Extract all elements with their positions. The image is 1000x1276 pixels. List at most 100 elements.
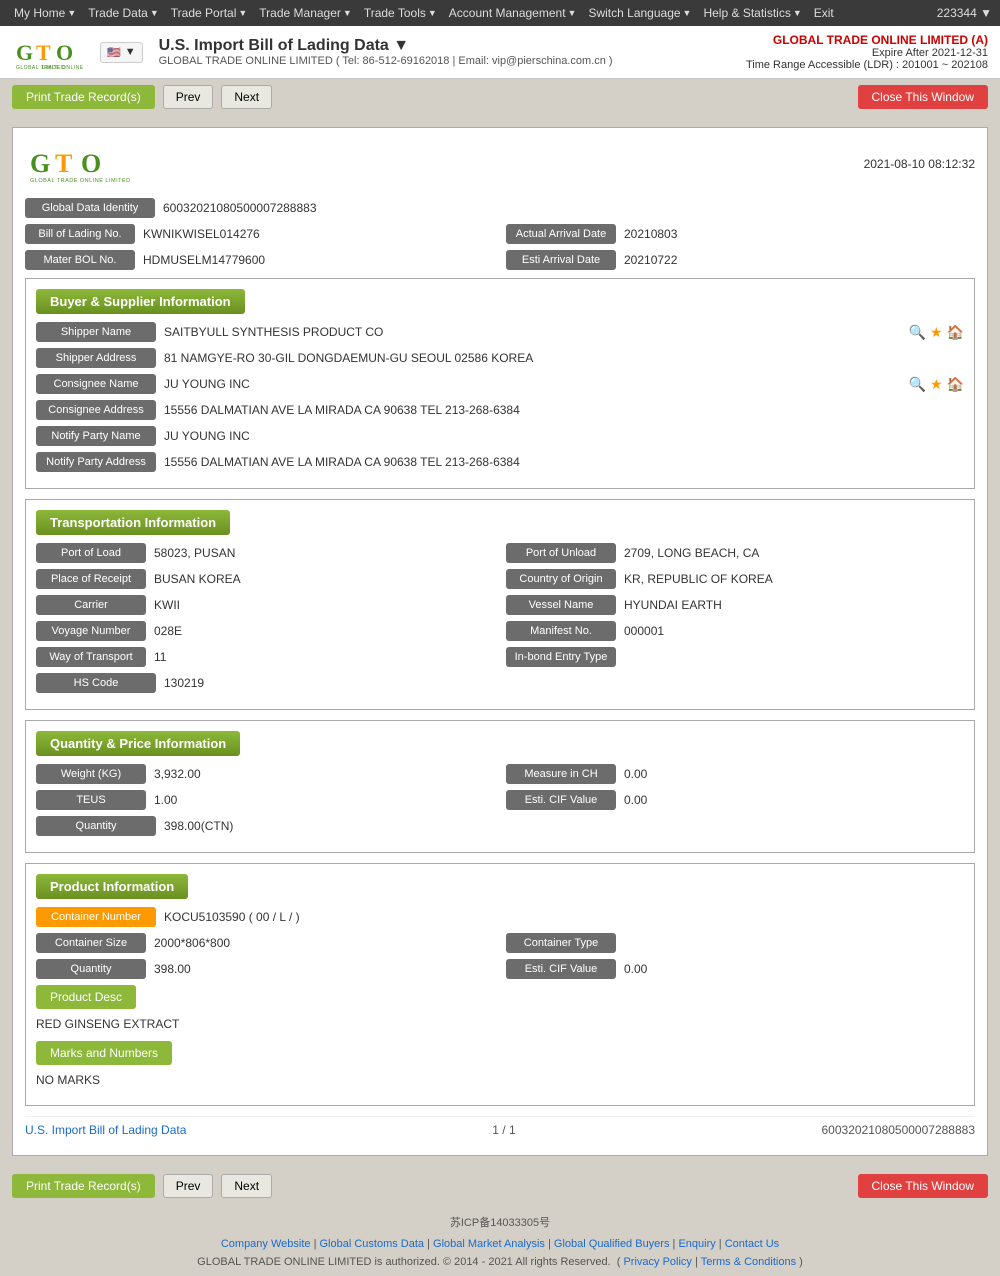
flag-button[interactable]: 🇺🇸 ▼ (100, 42, 143, 63)
port-unload-label: Port of Unload (506, 543, 616, 563)
esti-arrival-col: Esti Arrival Date 20210722 (506, 250, 975, 270)
shipper-star-icon[interactable]: ★ (930, 324, 943, 341)
prod-cif-col: Esti. CIF Value 0.00 (506, 959, 964, 979)
footer-global-market-analysis[interactable]: Global Market Analysis (433, 1238, 545, 1250)
close-button-top[interactable]: Close This Window (858, 85, 988, 109)
footer-company-website[interactable]: Company Website (221, 1238, 311, 1250)
marks-numbers-button[interactable]: Marks and Numbers (36, 1041, 172, 1065)
consignee-name-value: JU YOUNG INC (164, 377, 909, 391)
port-load-value: 58023, PUSAN (154, 546, 494, 560)
nav-trade-manager[interactable]: Trade Manager ▼ (253, 6, 358, 20)
transportation-title: Transportation Information (36, 510, 230, 535)
prev-button-bottom[interactable]: Prev (163, 1174, 214, 1198)
master-bol-label: Mater BOL No. (25, 250, 135, 270)
container-size-value: 2000*806*800 (154, 936, 494, 950)
manifest-label: Manifest No. (506, 621, 616, 641)
title-area: U.S. Import Bill of Lading Data ▼ GLOBAL… (159, 37, 613, 67)
record-logo-svg: G T O GLOBAL TRADE ONLINE LIMITED (25, 140, 145, 185)
footer-global-customs-data[interactable]: Global Customs Data (320, 1238, 425, 1250)
way-label: Way of Transport (36, 647, 146, 667)
container-size-type-row: Container Size 2000*806*800 Container Ty… (36, 933, 964, 953)
inbond-label: In-bond Entry Type (506, 647, 616, 667)
hs-code-value: 130219 (164, 676, 964, 690)
carrier-col: Carrier KWII (36, 595, 494, 615)
expire-date: Expire After 2021-12-31 (746, 47, 988, 59)
bol-col: Bill of Lading No. KWNIKWISEL014276 (25, 224, 494, 244)
prod-quantity-col: Quantity 398.00 (36, 959, 494, 979)
print-button-bottom[interactable]: Print Trade Record(s) (12, 1174, 155, 1198)
nav-exit[interactable]: Exit (808, 6, 840, 20)
container-type-label: Container Type (506, 933, 616, 953)
product-title: Product Information (36, 874, 188, 899)
container-number-label: Container Number (36, 907, 156, 927)
shipper-home-icon[interactable]: 🏠 (947, 324, 964, 341)
footer-privacy-policy[interactable]: Privacy Policy (623, 1256, 691, 1268)
product-desc-button[interactable]: Product Desc (36, 985, 136, 1009)
nav-switch-language[interactable]: Switch Language ▼ (582, 6, 697, 20)
consignee-name-label: Consignee Name (36, 374, 156, 394)
master-bol-col: Mater BOL No. HDMUSELM14779600 (25, 250, 494, 270)
actual-arrival-value: 20210803 (624, 227, 975, 241)
nav-trade-portal[interactable]: Trade Portal ▼ (165, 6, 254, 20)
record-logo-container: G T O GLOBAL TRADE ONLINE LIMITED (25, 140, 145, 188)
nav-help-statistics[interactable]: Help & Statistics ▼ (697, 6, 807, 20)
notify-party-name-label: Notify Party Name (36, 426, 156, 446)
footer-global-qualified-buyers[interactable]: Global Qualified Buyers (554, 1238, 670, 1250)
icp-text: 苏ICP备14033305号 (12, 1210, 988, 1234)
close-button-bottom[interactable]: Close This Window (858, 1174, 988, 1198)
hs-code-label: HS Code (36, 673, 156, 693)
measure-col: Measure in CH 0.00 (506, 764, 964, 784)
actual-arrival-label: Actual Arrival Date (506, 224, 616, 244)
voyage-value: 028E (154, 624, 494, 638)
gdi-label: Global Data Identity (25, 198, 155, 218)
hs-code-row: HS Code 130219 (36, 673, 964, 693)
esti-cif-col: Esti. CIF Value 0.00 (506, 790, 964, 810)
nav-my-home[interactable]: My Home ▼ (8, 6, 82, 20)
bol-label: Bill of Lading No. (25, 224, 135, 244)
record-pagination: 1 / 1 (492, 1123, 515, 1137)
teus-cif-row: TEUS 1.00 Esti. CIF Value 0.00 (36, 790, 964, 810)
container-size-label: Container Size (36, 933, 146, 953)
nav-trade-tools[interactable]: Trade Tools ▼ (358, 6, 443, 20)
footer-terms-conditions[interactable]: Terms & Conditions (701, 1256, 796, 1268)
consignee-star-icon[interactable]: ★ (930, 376, 943, 393)
svg-text:LIMITED: LIMITED (42, 65, 65, 71)
consignee-name-row: Consignee Name JU YOUNG INC 🔍 ★ 🏠 (36, 374, 964, 394)
shipper-search-icon[interactable]: 🔍 (909, 324, 926, 341)
nav-account-management[interactable]: Account Management ▼ (443, 6, 583, 20)
next-button-bottom[interactable]: Next (221, 1174, 272, 1198)
shipper-address-row: Shipper Address 81 NAMGYE-RO 30-GIL DONG… (36, 348, 964, 368)
port-unload-col: Port of Unload 2709, LONG BEACH, CA (506, 543, 964, 563)
teus-value: 1.00 (154, 793, 494, 807)
prev-button-top[interactable]: Prev (163, 85, 214, 109)
quantity-label: Quantity (36, 816, 156, 836)
actual-arrival-col: Actual Arrival Date 20210803 (506, 224, 975, 244)
consignee-address-row: Consignee Address 15556 DALMATIAN AVE LA… (36, 400, 964, 420)
consignee-home-icon[interactable]: 🏠 (947, 376, 964, 393)
record-footer-link[interactable]: U.S. Import Bill of Lading Data (25, 1123, 186, 1137)
inbond-col: In-bond Entry Type (506, 647, 964, 667)
record-header: G T O GLOBAL TRADE ONLINE LIMITED 2021-0… (25, 140, 975, 188)
nav-trade-data[interactable]: Trade Data ▼ (82, 6, 165, 20)
consignee-icons: 🔍 ★ 🏠 (909, 376, 964, 393)
svg-text:T: T (55, 149, 72, 178)
page-title: U.S. Import Bill of Lading Data ▼ (159, 37, 613, 55)
voyage-manifest-row: Voyage Number 028E Manifest No. 000001 (36, 621, 964, 641)
record-card: G T O GLOBAL TRADE ONLINE LIMITED 2021-0… (12, 127, 988, 1156)
prod-quantity-value: 398.00 (154, 962, 494, 976)
time-range: Time Range Accessible (LDR) : 201001 ~ 2… (746, 59, 988, 71)
footer-enquiry[interactable]: Enquiry (678, 1238, 715, 1250)
footer-copyright: GLOBAL TRADE ONLINE LIMITED is authorize… (12, 1254, 988, 1270)
page-subtitle: GLOBAL TRADE ONLINE LIMITED ( Tel: 86-51… (159, 55, 613, 67)
manifest-value: 000001 (624, 624, 964, 638)
svg-text:T: T (36, 40, 51, 65)
user-id: 223344 ▼ (937, 6, 992, 20)
prod-cif-label: Esti. CIF Value (506, 959, 616, 979)
receipt-origin-row: Place of Receipt BUSAN KOREA Country of … (36, 569, 964, 589)
next-button-top[interactable]: Next (221, 85, 272, 109)
print-button-top[interactable]: Print Trade Record(s) (12, 85, 155, 109)
footer-contact-us[interactable]: Contact Us (725, 1238, 779, 1250)
consignee-search-icon[interactable]: 🔍 (909, 376, 926, 393)
port-load-col: Port of Load 58023, PUSAN (36, 543, 494, 563)
gto-logo: G T O GLOBAL TRADE ONLINE LIMITED (12, 32, 92, 72)
